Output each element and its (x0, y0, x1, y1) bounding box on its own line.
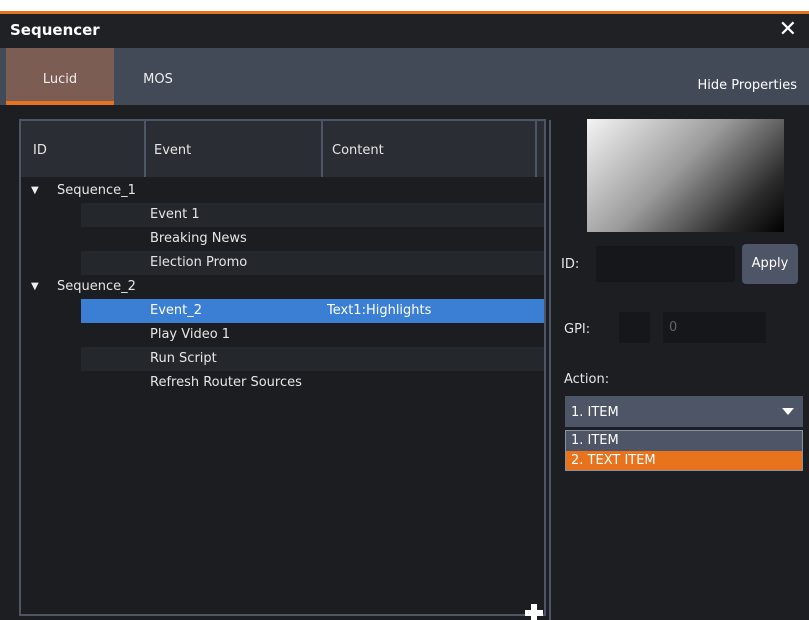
event-name: Refresh Router Sources (150, 375, 302, 390)
column-header-id[interactable]: ID (33, 121, 47, 177)
action-option-highlighted[interactable]: 2. TEXT ITEM (566, 451, 802, 470)
event-name: Election Promo (150, 255, 248, 270)
event-row[interactable]: Breaking News (81, 227, 544, 251)
id-label: ID: (561, 257, 580, 272)
column-header-event[interactable]: Event (154, 121, 191, 177)
column-divider[interactable] (144, 121, 146, 177)
properties-panel: ID: Apply GPI: 0 Action: 1. ITEM 1. ITEM… (553, 105, 809, 620)
event-row-selected[interactable]: Event_2 Text1:Highlights (81, 299, 544, 323)
sequence-tree[interactable]: ID Event Content ▼ Sequence_1 Event 1 Br… (19, 119, 546, 620)
event-row[interactable]: Refresh Router Sources (81, 371, 544, 395)
apply-button[interactable]: Apply (742, 244, 798, 284)
top-accent-bar (0, 0, 809, 14)
plus-icon[interactable] (524, 603, 544, 620)
sequence-row[interactable]: ▼ Sequence_1 (21, 179, 544, 203)
sequence-label: Sequence_2 (57, 279, 136, 294)
caret-down-icon[interactable]: ▼ (31, 275, 39, 299)
event-row[interactable]: Election Promo (81, 251, 544, 275)
chevron-down-icon[interactable] (782, 408, 794, 415)
tab-bar: Lucid MOS Hide Properties (0, 48, 809, 105)
action-select[interactable]: 1. ITEM (565, 396, 803, 427)
column-divider[interactable] (321, 121, 323, 177)
gpi-checkbox[interactable] (619, 312, 650, 343)
sequence-row[interactable]: ▼ Sequence_2 (21, 275, 544, 299)
hide-properties-button[interactable]: Hide Properties (698, 78, 797, 93)
title-bar: Sequencer ✕ (0, 14, 809, 48)
color-gradient-preview (587, 119, 784, 232)
event-row[interactable]: Run Script (81, 347, 544, 371)
sequence-panel: ID Event Content ▼ Sequence_1 Event 1 Br… (6, 105, 547, 620)
column-divider[interactable] (535, 121, 537, 177)
close-icon[interactable]: ✕ (779, 17, 797, 42)
column-header-content[interactable]: Content (332, 121, 384, 177)
event-name: Event_2 (150, 303, 203, 318)
event-name: Breaking News (150, 231, 247, 246)
tab-lucid[interactable]: Lucid (6, 48, 114, 105)
action-selected-value: 1. ITEM (571, 405, 619, 420)
event-name: Event 1 (150, 207, 200, 222)
window-title: Sequencer (10, 21, 100, 39)
action-dropdown: 1. ITEM 2. TEXT ITEM (565, 430, 803, 471)
action-option[interactable]: 1. ITEM (566, 431, 802, 450)
gpi-label: GPI: (564, 322, 591, 337)
event-row[interactable]: Play Video 1 (81, 323, 544, 347)
event-name: Play Video 1 (150, 327, 231, 342)
tab-mos[interactable]: MOS (118, 48, 198, 105)
event-row[interactable]: Event 1 (81, 203, 544, 227)
event-name: Run Script (150, 351, 217, 366)
gradient-fill (587, 119, 784, 232)
table-header: ID Event Content (21, 121, 544, 177)
id-input[interactable] (596, 246, 735, 282)
caret-down-icon[interactable]: ▼ (31, 179, 39, 203)
sequence-label: Sequence_1 (57, 183, 136, 198)
panel-divider[interactable] (549, 120, 551, 620)
gpi-input[interactable]: 0 (663, 312, 766, 343)
event-content: Text1:Highlights (327, 303, 432, 318)
action-label: Action: (564, 372, 610, 387)
